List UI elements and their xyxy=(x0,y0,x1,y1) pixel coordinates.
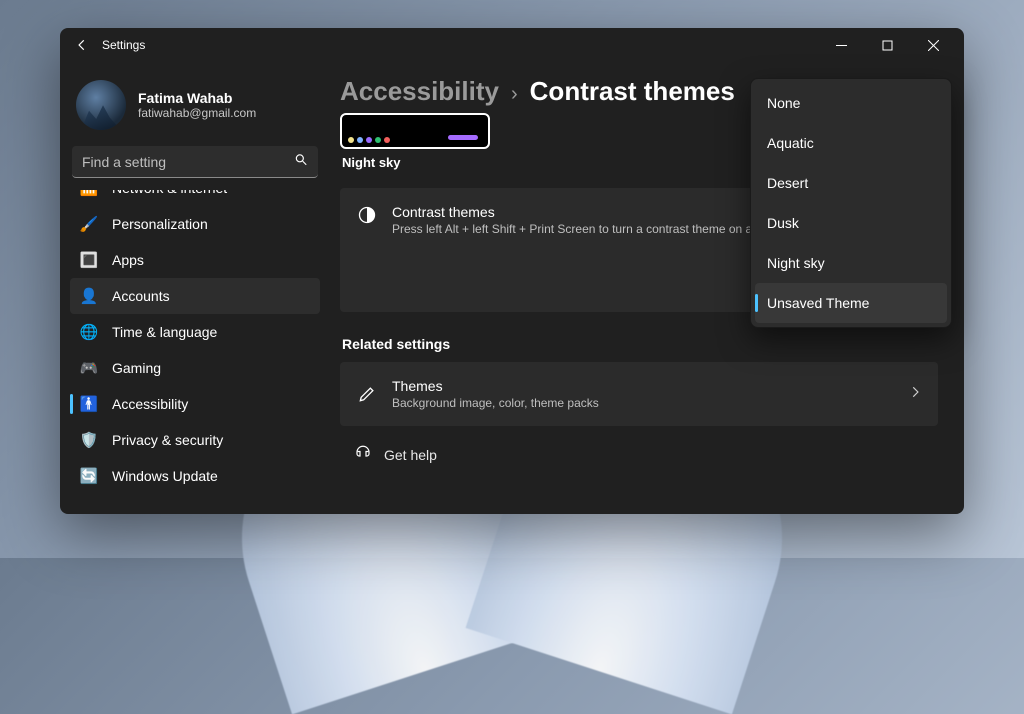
close-icon xyxy=(928,40,939,51)
back-button[interactable] xyxy=(68,31,96,59)
get-help-label: Get help xyxy=(384,447,437,463)
sidebar-item-windows-update[interactable]: 🔄 Windows Update xyxy=(70,458,320,494)
dropdown-item-night-sky[interactable]: Night sky xyxy=(755,243,947,283)
sidebar-item-label: Privacy & security xyxy=(112,432,223,448)
dropdown-item-label: None xyxy=(767,95,800,111)
nav-icon: 🌐 xyxy=(80,323,98,341)
search-box xyxy=(72,146,318,178)
theme-dropdown[interactable]: None Aquatic Desert Dusk Night sky Unsaved Th… xyxy=(750,78,952,328)
nav-list: 📶 Network & internet 🖌️ Personalization 🔳 App… xyxy=(70,190,320,514)
dropdown-item-unsaved-theme[interactable]: Unsaved Theme xyxy=(755,283,947,323)
close-button[interactable] xyxy=(910,30,956,60)
paintbrush-icon xyxy=(356,383,378,405)
user-profile[interactable]: Fatima Wahab fatiwahab@gmail.com xyxy=(70,70,320,146)
sidebar-item-label: Apps xyxy=(112,252,144,268)
sidebar-item-personalization[interactable]: 🖌️ Personalization xyxy=(70,206,320,242)
theme-preview-nightsky[interactable] xyxy=(340,113,490,149)
themes-link-card[interactable]: Themes Background image, color, theme pa… xyxy=(340,362,938,426)
nav-icon: 🎮 xyxy=(80,359,98,377)
maximize-button[interactable] xyxy=(864,30,910,60)
dropdown-item-dusk[interactable]: Dusk xyxy=(755,203,947,243)
sidebar-item-label: Time & language xyxy=(112,324,217,340)
sidebar-item-label: Accessibility xyxy=(112,396,188,412)
dropdown-item-label: Dusk xyxy=(767,215,799,231)
breadcrumb-current: Contrast themes xyxy=(530,76,735,107)
nav-icon: 🔳 xyxy=(80,251,98,269)
sidebar-item-time-language[interactable]: 🌐 Time & language xyxy=(70,314,320,350)
nav-icon: 🔄 xyxy=(80,467,98,485)
maximize-icon xyxy=(882,40,893,51)
related-settings-heading: Related settings xyxy=(342,336,938,352)
dropdown-item-label: Aquatic xyxy=(767,135,814,151)
dropdown-item-desert[interactable]: Desert xyxy=(755,163,947,203)
search-input[interactable] xyxy=(72,146,318,178)
app-title: Settings xyxy=(102,38,145,52)
sidebar-item-label: Network & internet xyxy=(112,190,227,196)
sidebar-item-apps[interactable]: 🔳 Apps xyxy=(70,242,320,278)
nav-icon: 🚹 xyxy=(80,395,98,413)
minimize-button[interactable] xyxy=(818,30,864,60)
sidebar-item-label: Personalization xyxy=(112,216,208,232)
sidebar-item-label: Windows Update xyxy=(112,468,218,484)
dropdown-item-none[interactable]: None xyxy=(755,83,947,123)
sidebar-item-accessibility[interactable]: 🚹 Accessibility xyxy=(70,386,320,422)
nav-icon: 🖌️ xyxy=(80,215,98,233)
titlebar: Settings xyxy=(60,28,964,62)
nav-icon: 👤 xyxy=(80,287,98,305)
dropdown-item-aquatic[interactable]: Aquatic xyxy=(755,123,947,163)
sidebar-item-label: Accounts xyxy=(112,288,170,304)
sidebar-item-label: Gaming xyxy=(112,360,161,376)
sidebar-item-accounts[interactable]: 👤 Accounts xyxy=(70,278,320,314)
dropdown-item-label: Unsaved Theme xyxy=(767,295,869,311)
avatar xyxy=(76,80,126,130)
minimize-icon xyxy=(836,40,847,51)
help-icon xyxy=(354,444,372,465)
arrow-left-icon xyxy=(75,38,89,52)
chevron-right-icon xyxy=(908,385,922,404)
sidebar-item-network-internet[interactable]: 📶 Network & internet xyxy=(70,190,320,206)
sidebar-item-privacy-security[interactable]: 🛡️ Privacy & security xyxy=(70,422,320,458)
nav-icon: 🛡️ xyxy=(80,431,98,449)
breadcrumb-parent[interactable]: Accessibility xyxy=(340,76,499,107)
search-icon xyxy=(294,153,308,172)
sidebar-item-gaming[interactable]: 🎮 Gaming xyxy=(70,350,320,386)
sidebar: Fatima Wahab fatiwahab@gmail.com 📶 Networ… xyxy=(60,62,330,514)
themes-subtitle: Background image, color, theme packs xyxy=(392,396,599,410)
dropdown-item-label: Night sky xyxy=(767,255,825,271)
user-email: fatiwahab@gmail.com xyxy=(138,106,256,120)
nav-icon: 📶 xyxy=(80,190,98,197)
themes-title: Themes xyxy=(392,378,599,394)
chevron-right-icon: › xyxy=(511,83,518,106)
contrast-icon xyxy=(356,204,378,226)
get-help-link[interactable]: Get help xyxy=(354,444,938,465)
user-name: Fatima Wahab xyxy=(138,90,256,107)
dropdown-item-label: Desert xyxy=(767,175,808,191)
